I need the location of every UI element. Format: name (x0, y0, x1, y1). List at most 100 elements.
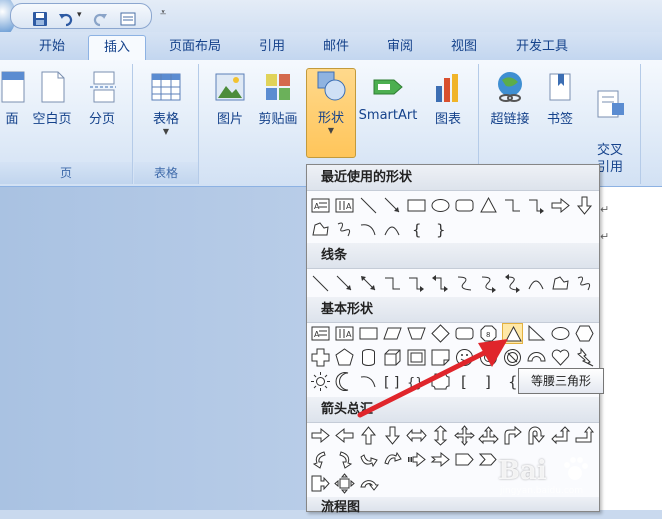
hyperlink-button[interactable]: 超链接 (486, 70, 534, 127)
tab-developer[interactable]: 开发工具 (504, 35, 580, 59)
tab-insert[interactable]: 插入 (88, 35, 146, 60)
right-brace-icon[interactable]: } (430, 219, 451, 240)
block-arc-icon[interactable] (526, 347, 547, 368)
cover-page-icon (0, 70, 28, 104)
text-box-icon[interactable]: A (310, 195, 331, 216)
sun-icon[interactable] (310, 371, 331, 392)
curved-connector-icon[interactable] (454, 273, 475, 294)
rectangle-icon[interactable] (406, 195, 427, 216)
quad-arrow-callout-icon[interactable] (334, 473, 355, 494)
section-recent-shapes: 最近使用的形状 (307, 165, 599, 191)
shapes-label: 形状 (317, 111, 344, 126)
bookmark-icon (544, 70, 576, 104)
qat-customize-icon[interactable]: ⩡ (160, 6, 166, 20)
scribble-icon[interactable] (574, 273, 595, 294)
vertical-text-box-icon[interactable]: A (334, 195, 355, 216)
elbow-connector-icon[interactable] (502, 195, 523, 216)
hyperlink-label: 超链接 (490, 112, 530, 127)
page-group-label: 页 (0, 162, 132, 184)
page-group: 面 空白页 分页 页 (0, 64, 133, 184)
curved-left-arrow-icon[interactable] (334, 449, 355, 470)
blank-page-label: 空白页 (32, 112, 72, 127)
chevron-icon[interactable] (478, 449, 499, 470)
cross-icon[interactable] (310, 347, 331, 368)
oval-icon[interactable] (550, 323, 571, 344)
cover-page-label: 面 (5, 112, 19, 127)
blank-page-button[interactable]: 空白页 (28, 70, 76, 127)
striped-right-arrow-icon[interactable] (406, 449, 427, 470)
elbow-arrow-connector-icon[interactable] (406, 273, 427, 294)
curve-icon[interactable] (382, 219, 403, 240)
heart-icon[interactable] (550, 347, 571, 368)
tab-page-layout[interactable]: 页面布局 (158, 35, 232, 59)
tab-review[interactable]: 审阅 (376, 35, 424, 59)
curved-down-arrow-icon[interactable] (382, 449, 403, 470)
right-arrow-icon[interactable] (310, 425, 331, 446)
lightning-bolt-icon[interactable] (574, 347, 595, 368)
smartart-button[interactable]: SmartArt (356, 70, 420, 123)
text-box-icon[interactable]: A (310, 323, 331, 344)
right-triangle-icon[interactable] (526, 323, 547, 344)
redo-icon[interactable] (91, 10, 109, 28)
u-turn-arrow-icon[interactable] (526, 425, 547, 446)
shape-tooltip: 等腰三角形 (518, 368, 604, 394)
picture-button[interactable]: 图片 (206, 70, 254, 127)
scribble-icon[interactable] (334, 219, 355, 240)
curved-up-arrow-icon[interactable] (358, 449, 379, 470)
tab-home[interactable]: 开始 (26, 35, 78, 59)
tab-view[interactable]: 视图 (440, 35, 488, 59)
tab-mailings[interactable]: 邮件 (312, 35, 360, 59)
page-break-button[interactable]: 分页 (78, 70, 126, 127)
arrow-line-icon[interactable] (334, 273, 355, 294)
hexagon-icon[interactable] (574, 323, 595, 344)
double-arrow-line-icon[interactable] (358, 273, 379, 294)
left-brace-icon[interactable]: { (406, 219, 427, 240)
elbow-arrow-connector-icon[interactable] (526, 195, 547, 216)
notched-right-arrow-icon[interactable] (430, 449, 451, 470)
table-group-label: 表格 (134, 162, 198, 184)
section-lines: 线条 (307, 243, 599, 269)
pentagon-arrow-icon[interactable] (454, 449, 475, 470)
shapes-dropdown-icon: ▼ (327, 126, 335, 135)
curve-icon[interactable] (526, 273, 547, 294)
rounded-rectangle-icon[interactable] (454, 195, 475, 216)
oval-icon[interactable] (430, 195, 451, 216)
left-up-arrow-icon[interactable] (550, 425, 571, 446)
svg-text:{: { (412, 221, 422, 239)
arrow-line-icon[interactable] (382, 195, 403, 216)
paragraph-mark-icon: ↵ (600, 203, 610, 216)
cross-reference-button[interactable]: 交叉 引用 (586, 70, 634, 176)
shapes-button[interactable]: 形状 ▼ (306, 68, 356, 158)
elbow-connector-icon[interactable] (382, 273, 403, 294)
print-preview-icon[interactable] (119, 10, 137, 28)
section-basic-shapes: 基本形状 (307, 297, 599, 323)
triangle-icon[interactable] (478, 195, 499, 216)
down-arrow-icon[interactable] (574, 195, 595, 216)
curved-arrow-connector-icon[interactable] (478, 273, 499, 294)
bookmark-button[interactable]: 书签 (536, 70, 584, 127)
right-arrow-callout-icon[interactable] (310, 473, 331, 494)
chart-button[interactable]: 图表 (424, 70, 472, 127)
watermark-url: jingyan.baidu.com (500, 486, 584, 496)
chart-icon (432, 70, 464, 104)
elbow-double-arrow-connector-icon[interactable] (430, 273, 451, 294)
qat-pill: ▾ (10, 3, 152, 29)
right-arrow-icon[interactable] (550, 195, 571, 216)
line-icon[interactable] (310, 273, 331, 294)
bent-up-arrow-icon[interactable] (574, 425, 595, 446)
curved-right-arrow-icon[interactable] (310, 449, 331, 470)
table-dropdown-icon: ▼ (162, 127, 170, 136)
baidu-watermark: Bai 经验 jingyan.baidu.com (498, 448, 648, 496)
smartart-icon (372, 70, 404, 104)
arc-icon[interactable] (358, 219, 379, 240)
freeform-icon[interactable] (310, 219, 331, 240)
circular-arrow-icon[interactable] (358, 473, 380, 494)
line-icon[interactable] (358, 195, 379, 216)
table-button[interactable]: 表格 ▼ (142, 70, 190, 136)
clip-art-button[interactable]: 剪贴画 (254, 70, 302, 127)
tab-references[interactable]: 引用 (248, 35, 296, 59)
freeform-icon[interactable] (550, 273, 571, 294)
save-icon[interactable] (31, 10, 49, 28)
undo-icon[interactable] (57, 10, 75, 28)
curved-double-arrow-connector-icon[interactable] (502, 273, 523, 294)
